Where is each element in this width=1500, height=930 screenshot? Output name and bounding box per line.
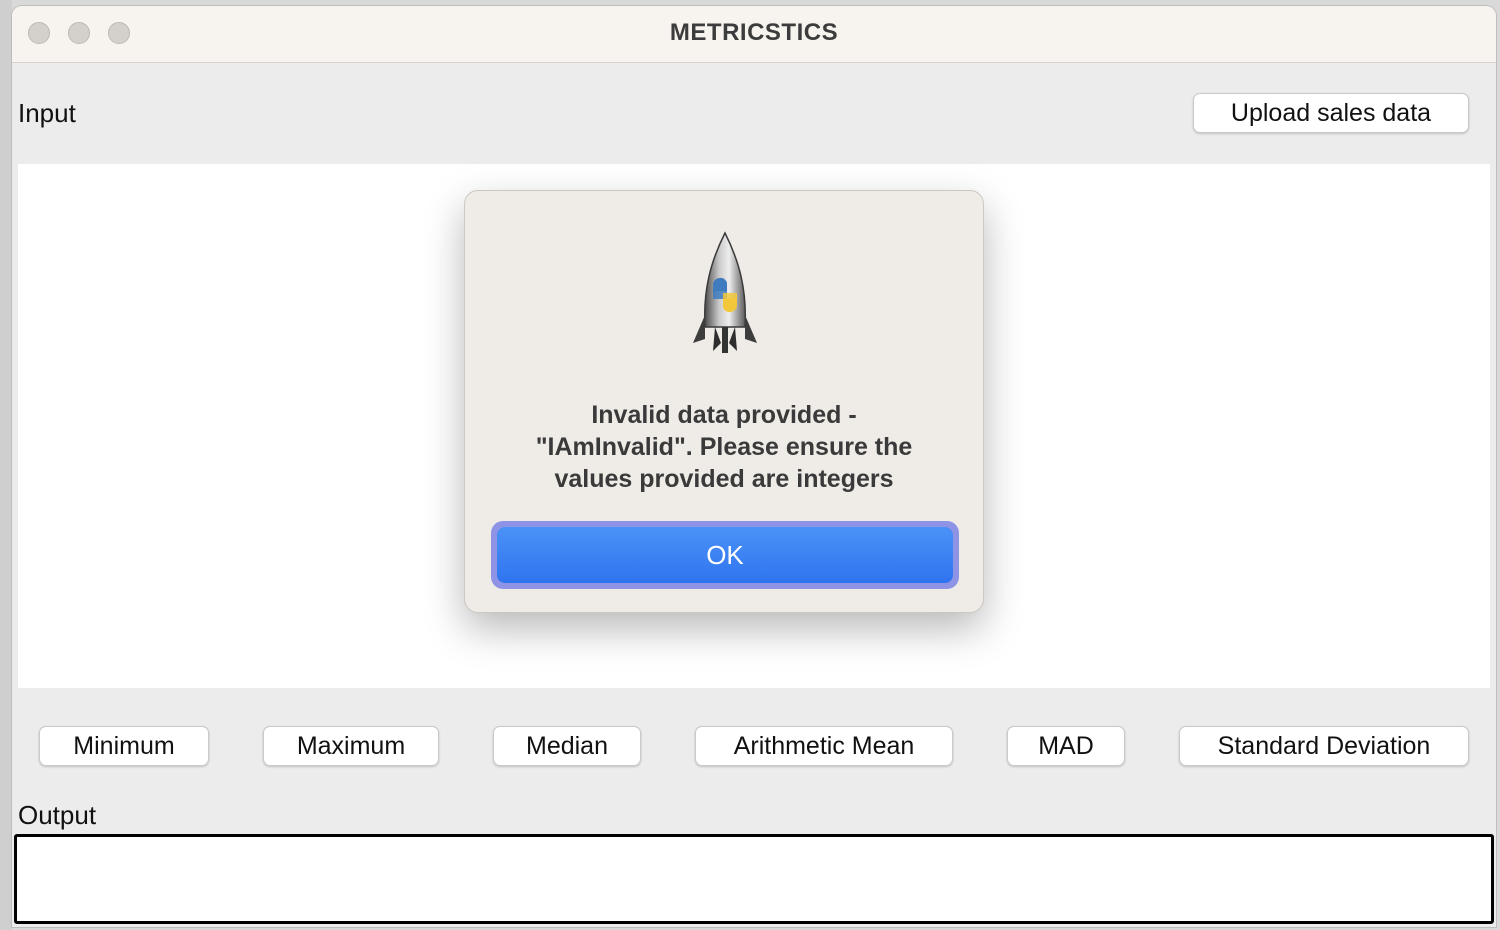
- maximum-button[interactable]: Maximum: [263, 726, 439, 766]
- title-bar: METRICSTICS: [12, 6, 1496, 63]
- arithmetic-mean-button[interactable]: Arithmetic Mean: [695, 726, 953, 766]
- background-window-edge: [0, 0, 12, 930]
- error-message-line: Invalid data provided -: [591, 401, 857, 429]
- error-message-line: values provided are integers: [554, 465, 894, 493]
- mad-button[interactable]: MAD: [1007, 726, 1125, 766]
- output-text-area[interactable]: [14, 834, 1494, 924]
- error-message-line: "IAmInvalid". Please ensure the: [535, 433, 913, 461]
- error-message: Invalid data provided - "IAmInvalid". Pl…: [485, 399, 963, 495]
- input-label: Input: [18, 98, 76, 128]
- standard-deviation-button[interactable]: Standard Deviation: [1179, 726, 1469, 766]
- median-button[interactable]: Median: [493, 726, 641, 766]
- ok-button[interactable]: OK: [497, 527, 953, 583]
- error-alert-dialog: Invalid data provided - "IAmInvalid". Pl…: [464, 190, 984, 613]
- minimum-button[interactable]: Minimum: [39, 726, 209, 766]
- window-title: METRICSTICS: [669, 19, 839, 46]
- output-label: Output: [18, 800, 97, 830]
- python-launcher-rocket-icon: [693, 231, 757, 353]
- upload-sales-data-button[interactable]: Upload sales data: [1193, 93, 1469, 133]
